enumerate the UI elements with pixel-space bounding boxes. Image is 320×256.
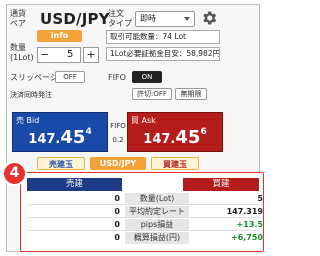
table-row: 0 平均約定レート 147.319 bbox=[27, 206, 263, 218]
trail-off-button[interactable]: 許切:OFF bbox=[132, 88, 172, 100]
ask-price-fraction: 6 bbox=[200, 127, 207, 137]
ask-label: 買 Ask bbox=[131, 116, 156, 125]
sell-estimated-pl: 0 bbox=[114, 233, 120, 242]
ask-price-pips: 45 bbox=[175, 127, 201, 148]
spread-display: FIFO 0.2 bbox=[109, 121, 127, 145]
sell-position-header: 売建 bbox=[27, 178, 122, 191]
table-row: 0 概算損益(円) +6,750 bbox=[27, 232, 263, 244]
pair-label-1: 通貨 bbox=[10, 9, 26, 18]
row-label-estimated-pl: 概算損益(円) bbox=[125, 232, 189, 244]
buy-settle-button[interactable]: 買建玉 bbox=[151, 157, 199, 170]
quantity-label-1: 数量 bbox=[10, 43, 26, 52]
bid-label: 売 Bid bbox=[16, 116, 40, 125]
row-divider bbox=[27, 204, 259, 205]
table-row: 0 数量(Lot) 5 bbox=[27, 193, 263, 205]
bid-price-fraction: 4 bbox=[85, 127, 92, 137]
required-margin-text: 1Lot必要証拠金目安：58,982円 bbox=[106, 47, 220, 61]
pair-label-2: ペア bbox=[10, 19, 26, 28]
quantity-label-2: (1Lot) bbox=[10, 53, 34, 62]
buy-estimated-pl: +6,750 bbox=[230, 233, 263, 242]
bid-price-main: 147. bbox=[28, 132, 61, 147]
bid-price-pips: 45 bbox=[60, 127, 86, 148]
row-divider bbox=[27, 230, 259, 231]
chevron-down-icon bbox=[184, 17, 190, 21]
settlement-order-label: 決済同時発注 bbox=[10, 91, 52, 99]
info-button[interactable]: info bbox=[37, 30, 82, 42]
tradable-lot-text: 取引可能数量：74 Lot bbox=[106, 30, 220, 44]
ask-price: 147.456 bbox=[128, 127, 222, 148]
fifo-toggle[interactable]: ON bbox=[132, 71, 162, 83]
table-row: 0 pips損益 +13.5 bbox=[27, 219, 263, 231]
buy-position-header: 買建 bbox=[183, 178, 259, 191]
bid-price-button[interactable]: 売 Bid 147.454 bbox=[12, 112, 108, 152]
bid-price: 147.454 bbox=[13, 127, 107, 148]
slippage-label: スリッページ bbox=[10, 73, 58, 82]
fifo-label: FIFO bbox=[108, 73, 126, 82]
quantity-value: 5 bbox=[67, 49, 74, 60]
order-type-label-2: タイプ bbox=[108, 19, 132, 28]
positions-summary: 売建 買建 0 数量(Lot) 5 0 平均約定レート 147.319 0 pi… bbox=[20, 172, 264, 252]
order-type-select[interactable]: 即時 bbox=[135, 11, 195, 27]
sell-settle-button[interactable]: 売建玉 bbox=[37, 157, 85, 170]
spread-value: 0.2 bbox=[112, 136, 124, 144]
ask-price-main: 147. bbox=[143, 132, 176, 147]
step-badge: 4 bbox=[2, 161, 27, 186]
order-type-label-1: 注文 bbox=[108, 9, 124, 18]
slippage-toggle[interactable]: OFF bbox=[55, 71, 85, 83]
ask-price-button[interactable]: 買 Ask 147.456 bbox=[127, 112, 223, 152]
spread-fifo-label: FIFO bbox=[110, 122, 126, 130]
gear-icon[interactable] bbox=[200, 9, 218, 27]
currency-pair-title: USD/JPY bbox=[40, 10, 110, 28]
no-limit-button[interactable]: 無期限 bbox=[175, 88, 207, 100]
pair-button[interactable]: USD/JPY bbox=[90, 157, 146, 170]
quantity-minus-button[interactable]: − bbox=[40, 48, 49, 62]
order-type-value: 即時 bbox=[140, 14, 156, 23]
quantity-plus-button[interactable]: + bbox=[83, 47, 99, 63]
row-divider bbox=[27, 217, 259, 218]
